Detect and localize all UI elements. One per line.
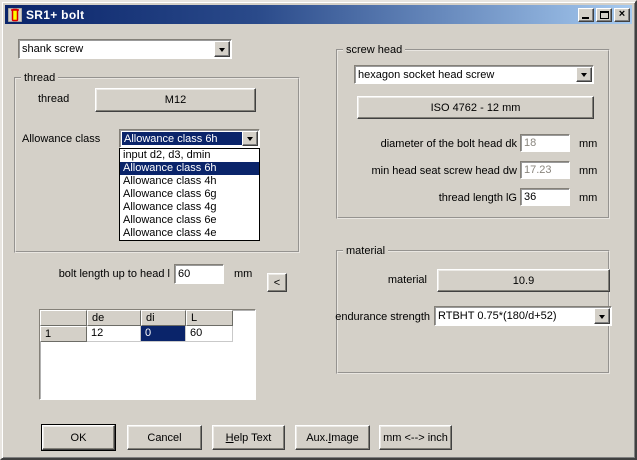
aux-pre: Aux.: [306, 432, 328, 444]
aux-image-button[interactable]: Aux. Image: [295, 425, 370, 450]
table-header-L: L: [186, 310, 233, 326]
maximize-icon: [600, 11, 609, 19]
title-bar[interactable]: SR1+ bolt ×: [5, 5, 632, 24]
material-group-title: material: [343, 245, 388, 257]
screw-head-type-value: hexagon socket head screw: [358, 69, 575, 81]
dw-input[interactable]: [520, 161, 570, 179]
aux-rest: mage: [331, 432, 359, 444]
endurance-strength-label: endurance strength: [330, 311, 430, 323]
minimize-icon: [582, 17, 589, 19]
list-item[interactable]: input d2, d3, dmin: [120, 149, 259, 162]
list-item[interactable]: Allowance class 6e: [120, 214, 259, 227]
length-picker-button[interactable]: <: [267, 273, 287, 292]
list-item[interactable]: Allowance class 4h: [120, 175, 259, 188]
geometry-table: de di L 1 12 0 60: [39, 309, 256, 400]
screw-head-type-combo[interactable]: hexagon socket head screw: [354, 65, 594, 84]
allowance-class-value: Allowance class 6h: [122, 132, 242, 145]
bolt-length-input[interactable]: [174, 264, 224, 284]
endurance-strength-dropdown-button[interactable]: [594, 308, 610, 324]
allowance-class-combo[interactable]: Allowance class 6h: [119, 129, 260, 148]
bolt-length-unit-label: mm: [234, 268, 252, 280]
material-label: material: [332, 274, 427, 286]
chevron-down-icon: [581, 73, 587, 77]
thread-size-button[interactable]: M12: [95, 88, 256, 112]
bolt-length-label: bolt length up to head l: [22, 268, 170, 280]
close-button[interactable]: ×: [614, 8, 630, 22]
dk-unit-label: mm: [579, 138, 597, 150]
list-item[interactable]: Allowance class 4e: [120, 227, 259, 240]
bolt-type-combo[interactable]: shank screw: [18, 39, 232, 59]
endurance-strength-value: RTBHT 0.75*(180/d+52): [438, 310, 593, 322]
list-item[interactable]: Allowance class 4g: [120, 201, 259, 214]
thread-label: thread: [38, 93, 69, 105]
dialog-window: SR1+ bolt × shank screw thread thread M1…: [0, 0, 637, 460]
screw-head-type-dropdown-button[interactable]: [576, 67, 592, 82]
allowance-class-label: Allowance class: [22, 133, 100, 145]
dk-label: diameter of the bolt head dk: [352, 138, 517, 150]
ok-button[interactable]: OK: [42, 425, 115, 450]
material-button[interactable]: 10.9: [437, 269, 610, 292]
chevron-down-icon: [599, 315, 605, 319]
bolt-app-icon: [8, 8, 22, 22]
cell-de[interactable]: 12: [87, 326, 141, 342]
endurance-strength-combo[interactable]: RTBHT 0.75*(180/d+52): [434, 306, 612, 326]
minimize-button[interactable]: [578, 8, 594, 22]
cell-di-selected[interactable]: 0: [141, 326, 186, 342]
table-header-row: de di L: [40, 310, 255, 326]
window-title: SR1+ bolt: [26, 8, 576, 22]
dw-unit-label: mm: [579, 165, 597, 177]
standard-size-button[interactable]: ISO 4762 - 12 mm: [357, 96, 594, 119]
allowance-class-dropdown-list: input d2, d3, dmin Allowance class 6h Al…: [119, 148, 260, 241]
screw-head-group-title: screw head: [343, 44, 405, 56]
thread-length-unit-label: mm: [579, 192, 597, 204]
bolt-type-dropdown-button[interactable]: [214, 41, 230, 57]
maximize-button[interactable]: [596, 8, 612, 22]
chevron-down-icon: [247, 137, 253, 141]
thread-group-title: thread: [21, 72, 58, 84]
row-header-cell: 1: [40, 326, 87, 342]
table-corner-cell: [40, 310, 87, 326]
bolt-type-value: shank screw: [22, 43, 213, 55]
list-item-selected[interactable]: Allowance class 6h: [120, 162, 259, 175]
dw-label: min head seat screw head dw: [352, 165, 517, 177]
close-icon: ×: [615, 8, 629, 20]
help-rest: elp Text: [234, 432, 272, 444]
thread-length-label: thread length lG: [352, 192, 517, 204]
cell-L[interactable]: 60: [186, 326, 233, 342]
thread-length-input[interactable]: [520, 188, 570, 206]
table-header-di: di: [141, 310, 186, 326]
allowance-class-dropdown-button[interactable]: [242, 131, 258, 146]
table-row: 1 12 0 60: [40, 326, 255, 342]
dk-input[interactable]: [520, 134, 570, 152]
cancel-button[interactable]: Cancel: [127, 425, 202, 450]
table-header-de: de: [87, 310, 141, 326]
mm-inch-toggle-button[interactable]: mm <--> inch: [379, 425, 452, 450]
help-text-button[interactable]: Help Text: [212, 425, 285, 450]
chevron-down-icon: [219, 48, 225, 52]
help-underline: H: [226, 432, 234, 444]
list-item[interactable]: Allowance class 6g: [120, 188, 259, 201]
